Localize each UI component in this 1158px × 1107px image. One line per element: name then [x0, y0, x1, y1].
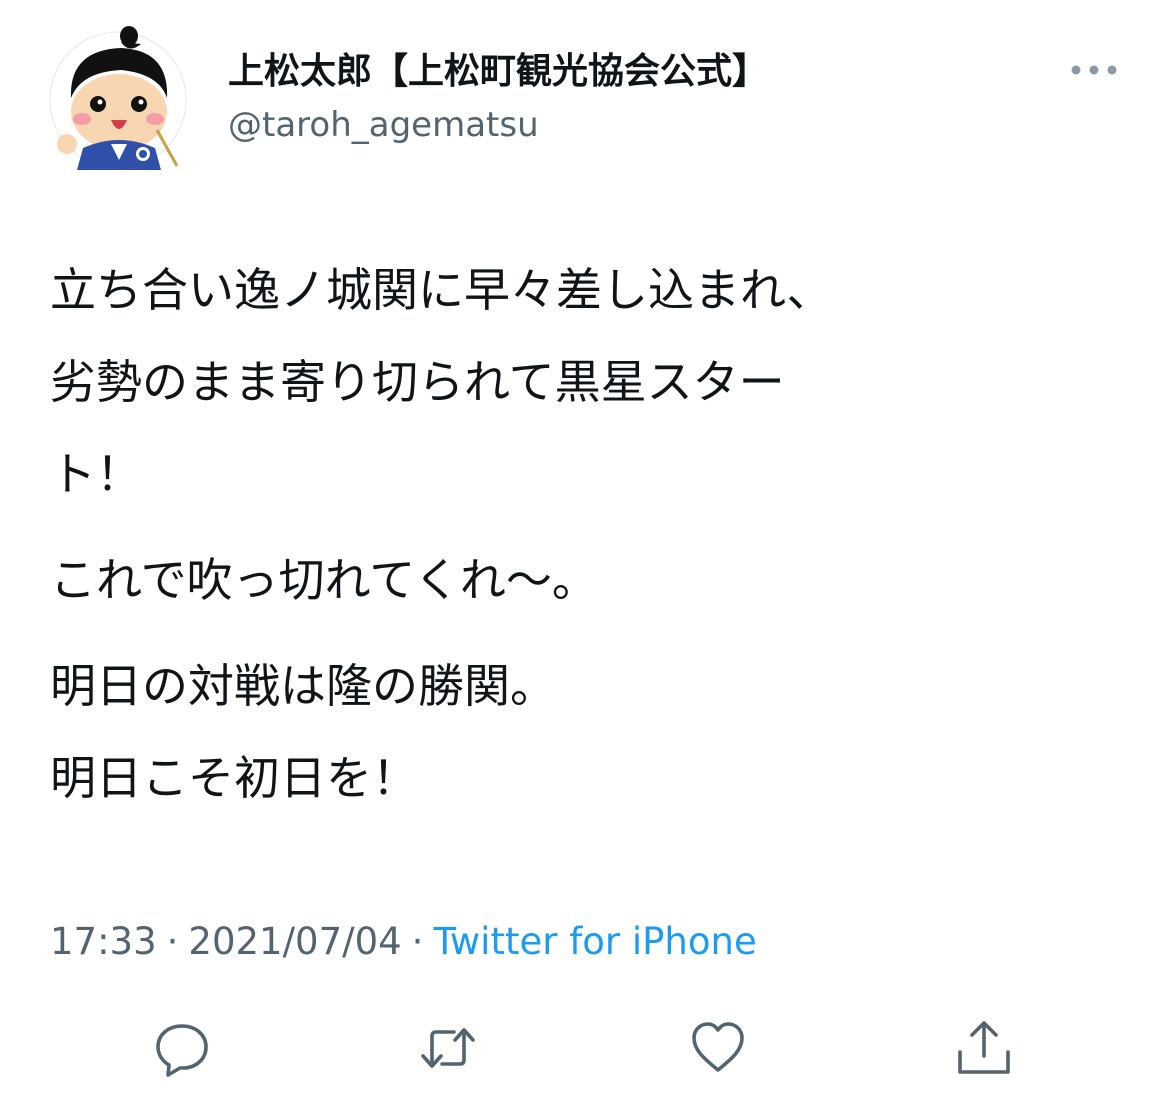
- mascot-avatar-image: [49, 26, 187, 170]
- user-handle[interactable]: @taroh_agematsu: [228, 104, 539, 146]
- tweet-paragraph: 明日の対戦は隆の勝関。 明日こそ初日を！: [50, 659, 556, 805]
- tweet-detail: 上松太郎【上松町観光協会公式】 @taroh_agematsu 立ち合い逸ノ城関…: [0, 0, 1158, 1107]
- tweet-text: 立ち合い逸ノ城関に早々差し込まれ、 劣勢のまま寄り切られて黒星スター ト！ これ…: [50, 244, 1110, 824]
- tweet-metadata: 17:33 · 2021/07/04 · Twitter for iPhone: [50, 916, 757, 968]
- avatar[interactable]: [49, 20, 187, 170]
- tweet-source-link[interactable]: Twitter for iPhone: [433, 920, 756, 963]
- share-icon[interactable]: [954, 1018, 1014, 1078]
- tweet-time[interactable]: 17:33: [50, 920, 157, 963]
- action-bar: [0, 1010, 1158, 1090]
- separator-dot: ·: [166, 920, 179, 963]
- like-icon[interactable]: [688, 1018, 748, 1078]
- tweet-paragraph: これで吹っ切れてくれ〜。: [50, 553, 598, 607]
- tweet-paragraph: 立ち合い逸ノ城関に早々差し込まれ、 劣勢のまま寄り切られて黒星スター ト！: [50, 263, 833, 501]
- retweet-icon[interactable]: [418, 1018, 478, 1078]
- display-name[interactable]: 上松太郎【上松町観光協会公式】: [228, 50, 768, 94]
- more-dots-icon[interactable]: [1066, 55, 1122, 85]
- reply-icon[interactable]: [152, 1018, 212, 1078]
- separator-dot: ·: [411, 920, 424, 963]
- tweet-date[interactable]: 2021/07/04: [188, 920, 401, 963]
